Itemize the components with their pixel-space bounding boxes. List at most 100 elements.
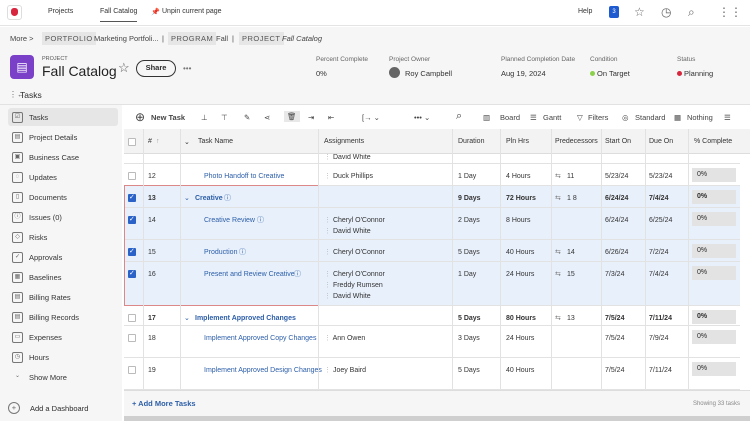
col-percent-complete[interactable]: % Complete <box>694 138 732 145</box>
predecessors[interactable]: 1 8 <box>567 193 577 204</box>
list-settings-icon[interactable]: ☰ <box>724 113 731 122</box>
task-name-link[interactable]: Production <box>204 247 322 258</box>
outdent-icon[interactable]: ⇤ <box>328 113 334 122</box>
sidebar-item-project-details[interactable]: ▤ Project Details <box>8 128 118 146</box>
assignee-name[interactable]: David White <box>333 293 371 300</box>
assignee-name[interactable]: Cheryl O'Connor <box>333 249 385 256</box>
task-name-link[interactable]: Creative <box>195 193 313 204</box>
table-row[interactable]: 12 Photo Handoff to Creative ⋮ Duck Philli… <box>124 164 740 186</box>
task-name-link[interactable]: Implement Approved Changes <box>195 313 313 324</box>
horizontal-scrollbar[interactable] <box>124 416 750 421</box>
app-logo[interactable] <box>7 5 22 20</box>
assignee-name[interactable]: David White <box>333 154 371 161</box>
col-start-on[interactable]: Start On <box>605 138 631 145</box>
collapse-all-icon[interactable]: ⌄ <box>184 138 190 146</box>
table-row[interactable]: 16 Present and Review Creativeⓘ ⋮ Cheryl O… <box>124 262 740 306</box>
breadcrumb-more[interactable]: More > <box>10 34 34 43</box>
col-duration[interactable]: Duration <box>458 138 484 145</box>
add-dashboard-button[interactable]: + Add a Dashboard <box>8 402 88 414</box>
more-options-button[interactable]: ••• <box>183 64 191 73</box>
col-due-on[interactable]: Due On <box>649 138 673 145</box>
table-row[interactable]: 14Creative Reviewⓘ⋮ Cheryl O'Connor⋮ Dav… <box>124 208 740 240</box>
project-owner-value[interactable]: Roy Campbell <box>405 69 452 78</box>
task-name-link[interactable]: Implement Approved Copy Changes <box>204 333 322 344</box>
assignee-name[interactable]: David White <box>333 228 371 235</box>
sidebar-item-risks[interactable]: ◇ Risks <box>8 228 118 246</box>
board-button[interactable]: Board <box>500 113 520 122</box>
percent-complete[interactable]: 0% <box>692 330 736 344</box>
percent-complete[interactable]: 0% <box>692 244 736 258</box>
row-checkbox[interactable] <box>128 172 136 180</box>
history-icon[interactable]: ◷ <box>661 5 671 19</box>
breadcrumb-portfolio[interactable]: Marketing Portfoli... <box>94 34 159 43</box>
task-name-link[interactable]: Present and Review Creative <box>204 269 322 280</box>
standard-view-button[interactable]: Standard <box>635 113 665 122</box>
assignee-name[interactable]: Cheryl O'Connor <box>333 217 385 224</box>
indent-icon[interactable]: ⇥ <box>308 113 314 122</box>
insert-below-icon[interactable]: ⊤ <box>221 113 228 122</box>
table-row[interactable]: 19 Implement Approved Design Changes ⋮ Joe… <box>124 358 740 390</box>
predecessors[interactable]: 13 <box>567 313 575 324</box>
search-icon[interactable]: ⌕ <box>456 110 462 123</box>
sidebar-item-billing-records[interactable]: ▤ Billing Records <box>8 308 118 326</box>
filters-button[interactable]: Filters <box>588 113 608 122</box>
gantt-button[interactable]: Gantt <box>543 113 561 122</box>
col-task-name[interactable]: Task Name <box>198 138 233 145</box>
percent-complete[interactable]: 0% <box>692 310 736 324</box>
add-more-tasks-button[interactable]: + Add More Tasks <box>132 399 196 408</box>
task-name-link[interactable]: Implement Approved Design Changes <box>204 365 322 376</box>
row-checkbox[interactable] <box>128 314 136 322</box>
table-row[interactable]: 13 ⌄ Creativeⓘ 9 Days 72 Hours 6/24/24 7/4/24 ⇆… <box>124 186 740 208</box>
sidebar-item-billing-rates[interactable]: ▤ Billing Rates <box>8 288 118 306</box>
predecessors[interactable]: 15 <box>567 269 575 280</box>
unpin-link[interactable]: Unpin current page <box>162 8 222 15</box>
sidebar-item-business-case[interactable]: ▣ Business Case <box>8 148 118 166</box>
percent-complete[interactable]: 0% <box>692 190 736 204</box>
sidebar-item-documents[interactable]: ▯ Documents <box>8 188 118 206</box>
breadcrumb-project[interactable]: Fall Catalog <box>282 34 322 43</box>
info-icon[interactable]: ⓘ <box>294 269 301 280</box>
sidebar-item-issues[interactable]: ⓘ Issues (0) <box>8 208 118 226</box>
sidebar-item-expenses[interactable]: ▭ Expenses <box>8 328 118 346</box>
share-icon[interactable]: ⋖ <box>264 113 270 122</box>
predecessors[interactable]: 11 <box>567 171 574 182</box>
share-button[interactable]: Share <box>136 60 176 77</box>
col-planned-hours[interactable]: Pln Hrs <box>506 138 529 145</box>
sidebar-item-show-more[interactable]: ⌄ Show More <box>8 368 118 386</box>
sidebar-item-hours[interactable]: ◷ Hours <box>8 348 118 366</box>
assignee-name[interactable]: Joey Baird <box>333 367 366 374</box>
notifications-badge[interactable]: 3 <box>609 6 619 18</box>
percent-complete[interactable]: 0% <box>692 362 736 376</box>
sidebar-item-baselines[interactable]: ▦ Baselines <box>8 268 118 286</box>
row-checkbox[interactable] <box>128 215 136 224</box>
breadcrumb-program[interactable]: Fall <box>216 34 228 43</box>
sidebar-item-updates[interactable]: ◌ Updates <box>8 168 118 186</box>
percent-complete[interactable]: 0% <box>692 168 736 182</box>
info-icon[interactable]: ⓘ <box>224 193 231 204</box>
row-checkbox[interactable] <box>128 269 136 278</box>
board-icon[interactable]: ▥ <box>483 113 490 122</box>
gantt-icon[interactable]: ☰ <box>530 113 537 122</box>
sidebar-item-tasks[interactable]: ☑ Tasks <box>8 108 118 126</box>
table-row[interactable]: 18 Implement Approved Copy Changes ⋮ Ann O… <box>124 326 740 358</box>
row-checkbox[interactable] <box>128 334 136 342</box>
insert-above-icon[interactable]: ⊥ <box>201 113 208 122</box>
apps-grid-icon[interactable]: ⋮⋮ <box>718 5 742 19</box>
help-link[interactable]: Help <box>578 8 592 15</box>
percent-complete[interactable]: 0% <box>692 212 736 226</box>
assignee-name[interactable]: Freddy Rumsen <box>333 282 383 289</box>
info-icon[interactable]: ⓘ <box>257 215 264 226</box>
col-assignments[interactable]: Assignments <box>324 138 364 145</box>
status-value[interactable]: Planning <box>684 69 713 78</box>
filter-icon[interactable]: ▽ <box>577 113 583 122</box>
edit-pencil-icon[interactable]: ✎ <box>244 113 250 122</box>
predecessors[interactable]: 14 <box>567 247 575 258</box>
favorite-star-icon[interactable]: ☆ <box>118 60 130 76</box>
row-checkbox[interactable] <box>128 247 136 256</box>
star-icon[interactable]: ☆ <box>634 5 645 19</box>
col-number[interactable]: # <box>148 138 152 145</box>
new-task-plus-icon[interactable]: ⊕ <box>135 110 145 124</box>
info-icon[interactable]: ⓘ <box>239 247 246 258</box>
assignee-name[interactable]: Ann Owen <box>333 335 366 342</box>
condition-value[interactable]: On Target <box>597 69 630 78</box>
